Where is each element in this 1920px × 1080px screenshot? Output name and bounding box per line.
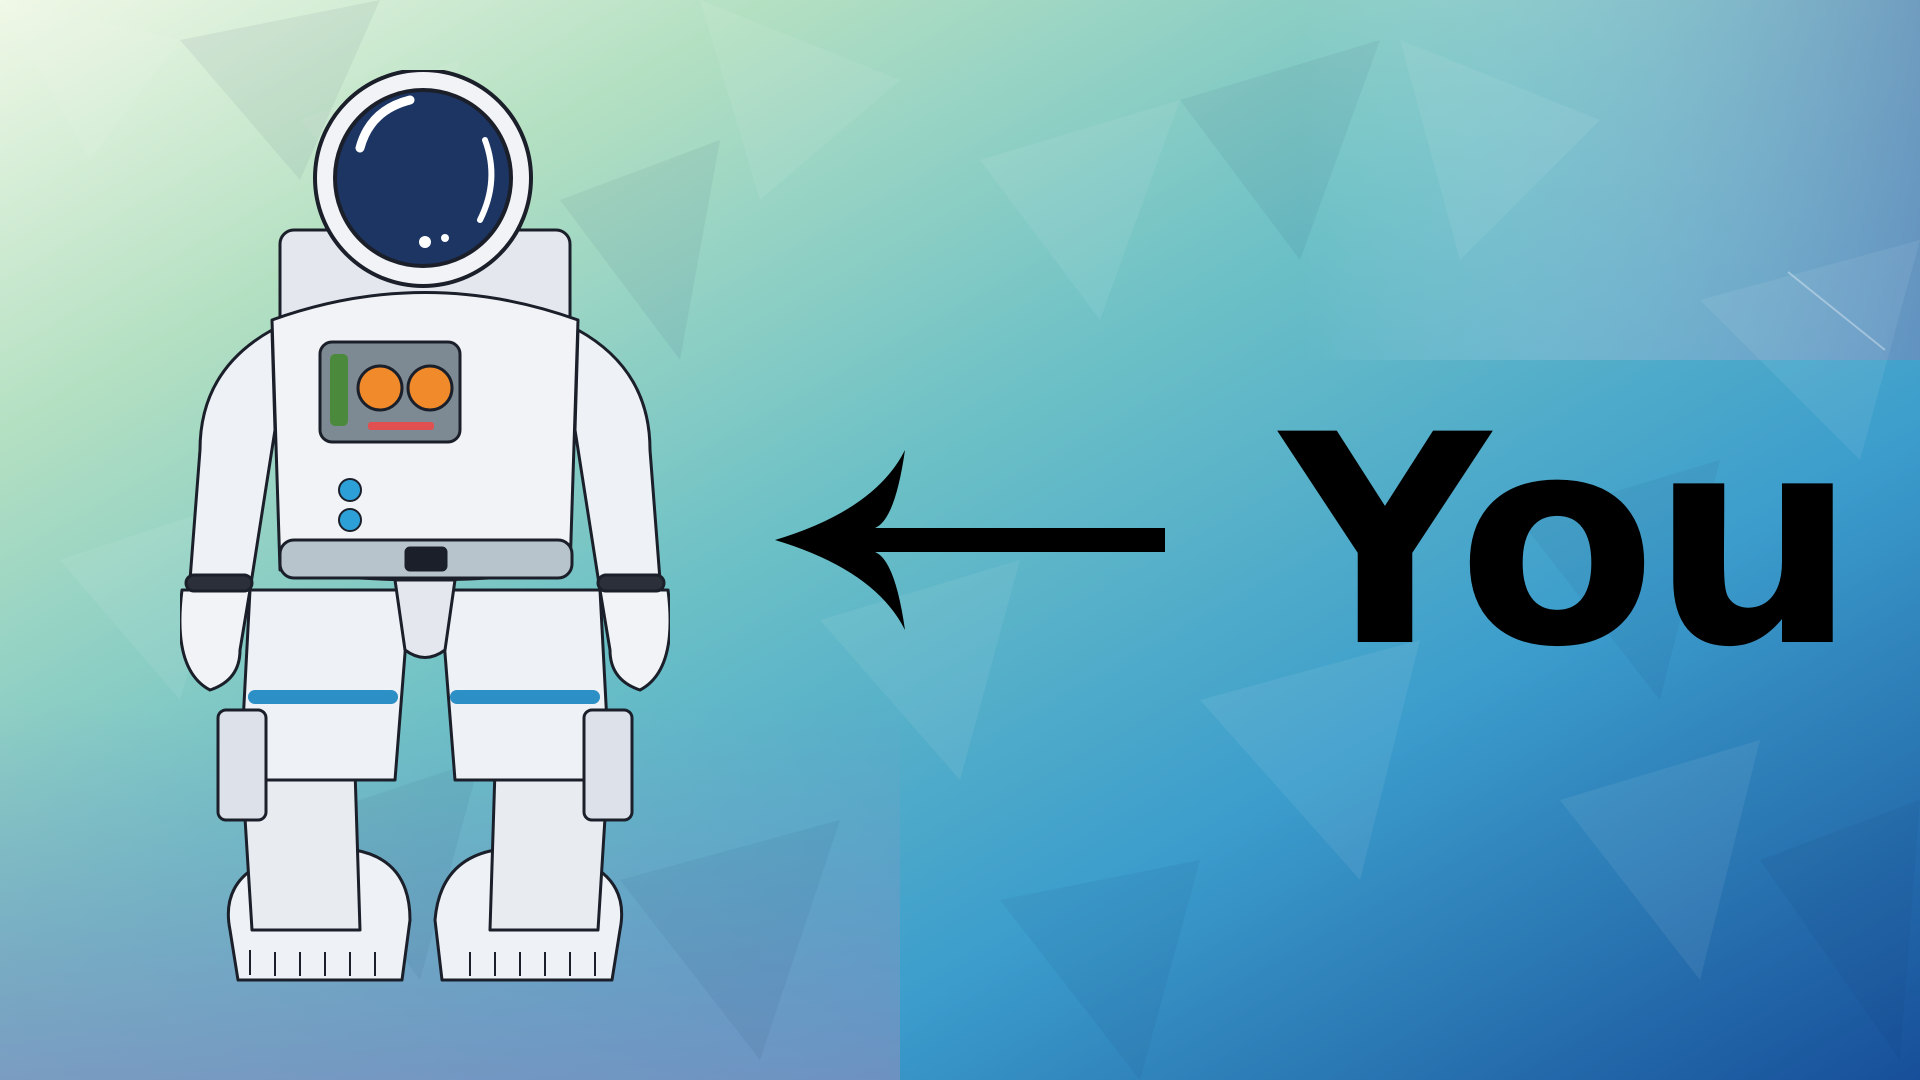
you-label: You [1280, 374, 1857, 711]
arrow-left-icon [775, 450, 1165, 630]
astronaut-illustration [180, 70, 670, 982]
